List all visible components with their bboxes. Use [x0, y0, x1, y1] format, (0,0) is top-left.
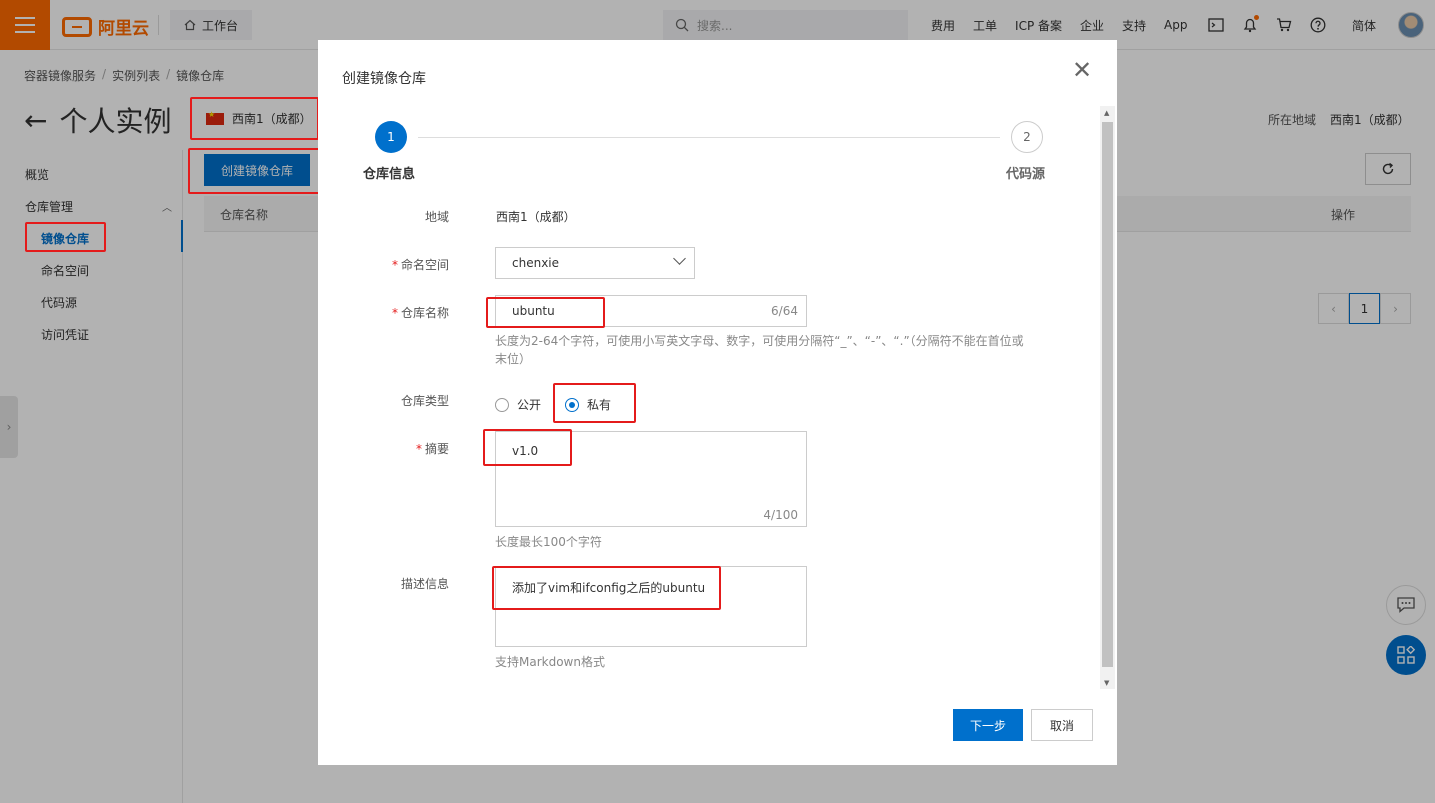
- cancel-button[interactable]: 取消: [1031, 709, 1093, 741]
- step-connector: [418, 137, 1000, 138]
- repo-type-field-label: 仓库类型: [401, 392, 449, 409]
- repo-name-field-label: * 仓库名称: [392, 304, 449, 321]
- summary-char-counter: 4/100: [763, 508, 798, 522]
- repo-type-public-radio[interactable]: 公开: [495, 396, 541, 413]
- step-2-indicator: 2: [1011, 121, 1043, 153]
- summary-field-label-text: 摘要: [424, 442, 449, 456]
- scroll-up-icon[interactable]: ▲: [1104, 109, 1109, 117]
- scroll-down-icon[interactable]: ▼: [1104, 679, 1109, 687]
- annotation-box-summary: [483, 429, 572, 466]
- step-1-indicator: 1: [375, 121, 407, 153]
- required-asterisk: *: [391, 306, 398, 320]
- required-asterisk: *: [391, 258, 398, 272]
- next-step-button[interactable]: 下一步: [953, 709, 1023, 741]
- create-repo-dialog: 创建镜像仓库 ✕ ▲ ▼ 1 2 仓库信息 代码源 地域 西南1（成都） * 命名…: [318, 40, 1117, 765]
- region-field-label: 地域: [425, 208, 449, 225]
- scrollbar[interactable]: ▲ ▼: [1100, 106, 1115, 689]
- namespace-select[interactable]: chenxie: [495, 247, 695, 279]
- summary-field-label: * 摘要: [416, 440, 449, 457]
- summary-hint: 长度最长100个字符: [495, 535, 602, 549]
- annotation-box-description: [492, 566, 721, 610]
- region-field-value: 西南1（成都）: [496, 210, 576, 224]
- radio-circle: [495, 397, 509, 412]
- annotation-box-create-button: [188, 148, 322, 194]
- close-icon[interactable]: ✕: [1072, 56, 1092, 84]
- description-field-label: 描述信息: [401, 575, 449, 592]
- namespace-field-label: * 命名空间: [392, 256, 449, 273]
- chevron-down-icon: [673, 252, 686, 265]
- annotation-box-region: [190, 97, 319, 140]
- namespace-select-value: chenxie: [512, 256, 560, 270]
- repo-type-field-label-text: 仓库类型: [400, 394, 449, 408]
- description-field-label-text: 描述信息: [400, 577, 449, 591]
- annotation-box-image-repo: [25, 222, 106, 252]
- repo-name-field-label-text: 仓库名称: [400, 306, 449, 320]
- required-asterisk: *: [415, 442, 422, 456]
- dialog-title: 创建镜像仓库: [342, 71, 426, 87]
- step-2-label: 代码源: [1006, 167, 1046, 182]
- step-1-label: 仓库信息: [363, 167, 416, 182]
- annotation-box-repo-name: [486, 297, 605, 328]
- region-field-label-text: 地域: [424, 210, 449, 224]
- description-hint: 支持Markdown格式: [495, 655, 605, 669]
- repo-name-char-counter: 6/64: [771, 304, 798, 318]
- repo-name-hint: 长度为2-64个字符，可使用小写英文字母、数字，可使用分隔符“_”、“-”、“.…: [495, 334, 1024, 366]
- namespace-field-label-text: 命名空间: [400, 258, 449, 272]
- annotation-box-private: [553, 383, 636, 423]
- repo-type-public-label: 公开: [517, 398, 542, 412]
- scrollbar-thumb[interactable]: [1102, 122, 1113, 667]
